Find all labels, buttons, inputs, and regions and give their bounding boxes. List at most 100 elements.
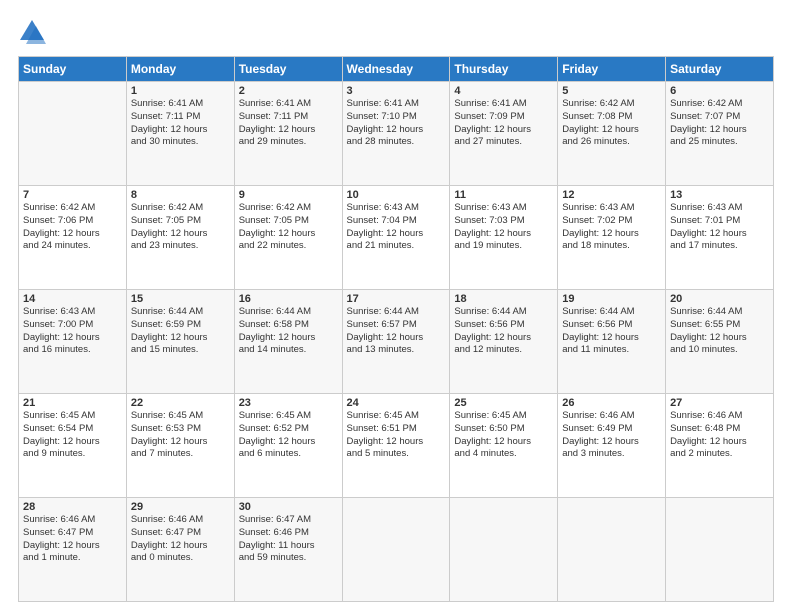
day-info-line: Sunset: 6:47 PM xyxy=(23,527,122,540)
day-info-line: Daylight: 12 hours xyxy=(670,124,769,137)
day-number: 2 xyxy=(239,85,338,97)
day-number: 8 xyxy=(131,189,230,201)
day-cell: 6Sunrise: 6:42 AMSunset: 7:07 PMDaylight… xyxy=(666,82,774,186)
day-info-line: Sunrise: 6:46 AM xyxy=(23,514,122,527)
day-cell: 25Sunrise: 6:45 AMSunset: 6:50 PMDayligh… xyxy=(450,394,558,498)
day-info: Sunrise: 6:42 AMSunset: 7:07 PMDaylight:… xyxy=(670,98,769,149)
day-cell xyxy=(342,498,450,602)
day-info-line: and 3 minutes. xyxy=(562,448,661,461)
day-cell xyxy=(19,82,127,186)
day-info: Sunrise: 6:45 AMSunset: 6:52 PMDaylight:… xyxy=(239,410,338,461)
day-info-line: Daylight: 12 hours xyxy=(131,332,230,345)
day-info-line: Sunset: 7:09 PM xyxy=(454,111,553,124)
day-info: Sunrise: 6:41 AMSunset: 7:09 PMDaylight:… xyxy=(454,98,553,149)
day-info-line: Sunset: 6:48 PM xyxy=(670,423,769,436)
day-info-line: Sunrise: 6:45 AM xyxy=(347,410,446,423)
day-cell: 2Sunrise: 6:41 AMSunset: 7:11 PMDaylight… xyxy=(234,82,342,186)
day-info-line: Sunset: 7:08 PM xyxy=(562,111,661,124)
day-info-line: Daylight: 12 hours xyxy=(454,332,553,345)
day-number: 22 xyxy=(131,397,230,409)
day-info: Sunrise: 6:43 AMSunset: 7:03 PMDaylight:… xyxy=(454,202,553,253)
day-info-line: Sunrise: 6:45 AM xyxy=(131,410,230,423)
day-number: 16 xyxy=(239,293,338,305)
day-info-line: Daylight: 12 hours xyxy=(23,332,122,345)
day-info-line: Daylight: 12 hours xyxy=(670,436,769,449)
day-info-line: and 6 minutes. xyxy=(239,448,338,461)
week-row-1: 1Sunrise: 6:41 AMSunset: 7:11 PMDaylight… xyxy=(19,82,774,186)
day-info: Sunrise: 6:44 AMSunset: 6:55 PMDaylight:… xyxy=(670,306,769,357)
day-info: Sunrise: 6:43 AMSunset: 7:02 PMDaylight:… xyxy=(562,202,661,253)
day-info-line: Sunrise: 6:44 AM xyxy=(239,306,338,319)
day-info-line: Daylight: 11 hours xyxy=(239,540,338,553)
day-cell: 5Sunrise: 6:42 AMSunset: 7:08 PMDaylight… xyxy=(558,82,666,186)
day-number: 21 xyxy=(23,397,122,409)
day-number: 14 xyxy=(23,293,122,305)
day-number: 17 xyxy=(347,293,446,305)
day-info-line: Daylight: 12 hours xyxy=(131,436,230,449)
day-info: Sunrise: 6:42 AMSunset: 7:05 PMDaylight:… xyxy=(131,202,230,253)
week-row-2: 7Sunrise: 6:42 AMSunset: 7:06 PMDaylight… xyxy=(19,186,774,290)
day-cell: 1Sunrise: 6:41 AMSunset: 7:11 PMDaylight… xyxy=(126,82,234,186)
day-info-line: Daylight: 12 hours xyxy=(23,228,122,241)
day-info-line: Sunset: 7:07 PM xyxy=(670,111,769,124)
day-info-line: Sunrise: 6:41 AM xyxy=(454,98,553,111)
day-info-line: Daylight: 12 hours xyxy=(131,540,230,553)
day-cell: 28Sunrise: 6:46 AMSunset: 6:47 PMDayligh… xyxy=(19,498,127,602)
day-info-line: and 19 minutes. xyxy=(454,240,553,253)
day-cell: 20Sunrise: 6:44 AMSunset: 6:55 PMDayligh… xyxy=(666,290,774,394)
day-info: Sunrise: 6:43 AMSunset: 7:04 PMDaylight:… xyxy=(347,202,446,253)
day-info-line: Sunset: 7:10 PM xyxy=(347,111,446,124)
day-info-line: and 27 minutes. xyxy=(454,136,553,149)
day-info-line: Sunset: 7:03 PM xyxy=(454,215,553,228)
day-cell: 27Sunrise: 6:46 AMSunset: 6:48 PMDayligh… xyxy=(666,394,774,498)
day-cell: 11Sunrise: 6:43 AMSunset: 7:03 PMDayligh… xyxy=(450,186,558,290)
day-info-line: and 16 minutes. xyxy=(23,344,122,357)
day-info-line: Daylight: 12 hours xyxy=(347,124,446,137)
day-info-line: Daylight: 12 hours xyxy=(454,228,553,241)
day-info-line: and 11 minutes. xyxy=(562,344,661,357)
day-info-line: Sunset: 7:05 PM xyxy=(131,215,230,228)
day-info-line: Sunrise: 6:43 AM xyxy=(670,202,769,215)
day-info: Sunrise: 6:45 AMSunset: 6:54 PMDaylight:… xyxy=(23,410,122,461)
day-info-line: and 0 minutes. xyxy=(131,552,230,565)
day-info-line: Sunset: 6:52 PM xyxy=(239,423,338,436)
day-number: 6 xyxy=(670,85,769,97)
day-info: Sunrise: 6:45 AMSunset: 6:51 PMDaylight:… xyxy=(347,410,446,461)
day-number: 11 xyxy=(454,189,553,201)
day-info-line: Daylight: 12 hours xyxy=(347,228,446,241)
day-cell: 14Sunrise: 6:43 AMSunset: 7:00 PMDayligh… xyxy=(19,290,127,394)
day-info-line: Sunset: 6:46 PM xyxy=(239,527,338,540)
day-info-line: and 24 minutes. xyxy=(23,240,122,253)
day-info: Sunrise: 6:41 AMSunset: 7:10 PMDaylight:… xyxy=(347,98,446,149)
day-number: 30 xyxy=(239,501,338,513)
day-info-line: Sunrise: 6:43 AM xyxy=(562,202,661,215)
day-info-line: Sunset: 6:56 PM xyxy=(454,319,553,332)
day-number: 25 xyxy=(454,397,553,409)
day-cell: 9Sunrise: 6:42 AMSunset: 7:05 PMDaylight… xyxy=(234,186,342,290)
day-cell: 19Sunrise: 6:44 AMSunset: 6:56 PMDayligh… xyxy=(558,290,666,394)
day-info: Sunrise: 6:46 AMSunset: 6:49 PMDaylight:… xyxy=(562,410,661,461)
calendar-table: SundayMondayTuesdayWednesdayThursdayFrid… xyxy=(18,56,774,602)
day-info-line: Sunset: 6:51 PM xyxy=(347,423,446,436)
day-info: Sunrise: 6:43 AMSunset: 7:00 PMDaylight:… xyxy=(23,306,122,357)
day-number: 9 xyxy=(239,189,338,201)
day-info-line: and 25 minutes. xyxy=(670,136,769,149)
day-info-line: Sunrise: 6:47 AM xyxy=(239,514,338,527)
header-row: SundayMondayTuesdayWednesdayThursdayFrid… xyxy=(19,57,774,82)
day-info-line: and 26 minutes. xyxy=(562,136,661,149)
day-info-line: Sunset: 6:49 PM xyxy=(562,423,661,436)
day-cell: 26Sunrise: 6:46 AMSunset: 6:49 PMDayligh… xyxy=(558,394,666,498)
col-header-sunday: Sunday xyxy=(19,57,127,82)
day-info-line: Sunset: 7:04 PM xyxy=(347,215,446,228)
day-info-line: Sunset: 6:56 PM xyxy=(562,319,661,332)
day-cell: 21Sunrise: 6:45 AMSunset: 6:54 PMDayligh… xyxy=(19,394,127,498)
day-number: 24 xyxy=(347,397,446,409)
day-info-line: Daylight: 12 hours xyxy=(131,124,230,137)
day-info-line: and 59 minutes. xyxy=(239,552,338,565)
day-cell xyxy=(558,498,666,602)
day-info-line: and 12 minutes. xyxy=(454,344,553,357)
day-info-line: Sunset: 7:05 PM xyxy=(239,215,338,228)
day-number: 10 xyxy=(347,189,446,201)
day-info-line: Sunset: 6:47 PM xyxy=(131,527,230,540)
day-info-line: Sunrise: 6:43 AM xyxy=(347,202,446,215)
